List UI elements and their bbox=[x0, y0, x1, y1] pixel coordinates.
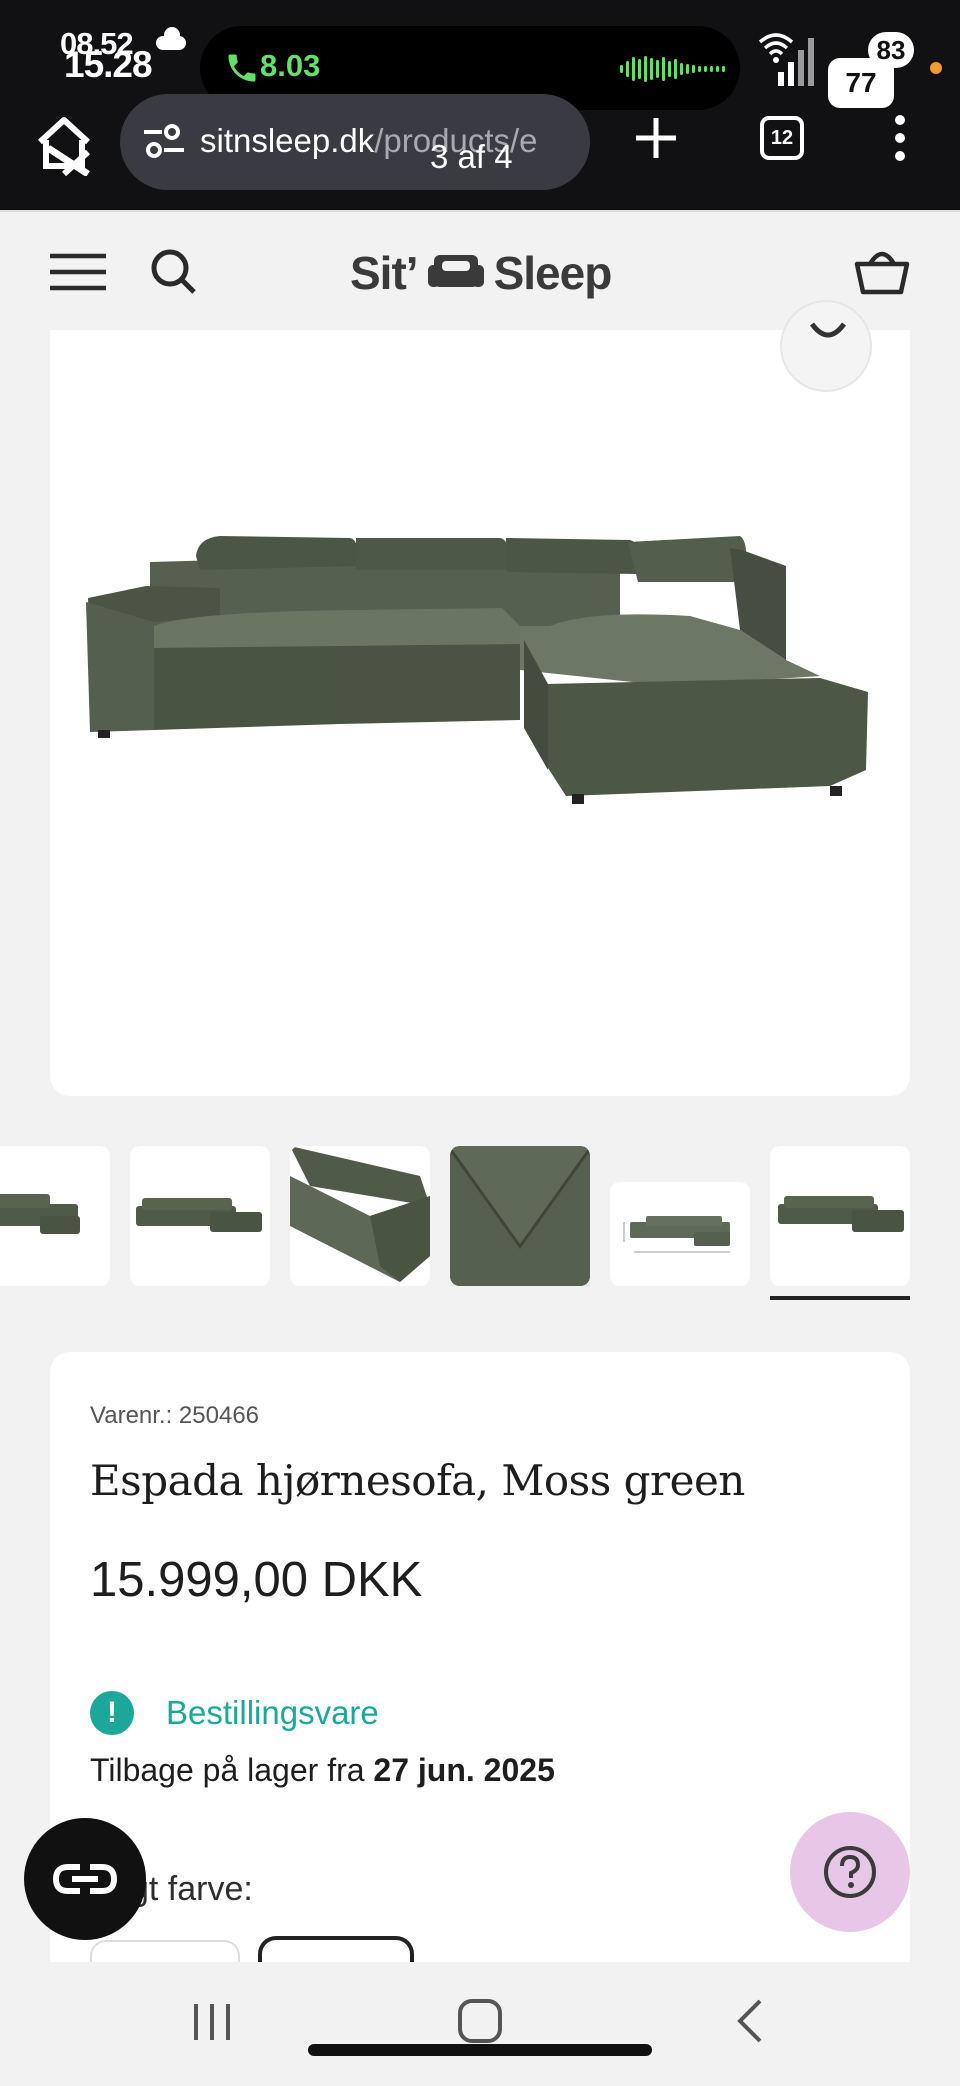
thumbnail-4[interactable] bbox=[450, 1146, 590, 1286]
call-waveform-icon bbox=[620, 56, 725, 82]
system-navigation-bar bbox=[0, 1962, 960, 2086]
status-and-browser-bar: 08.52 15.28 8.03 77 83 sitnsleep.dk/prod… bbox=[0, 0, 960, 210]
availability-label: Bestillingsvare bbox=[166, 1694, 379, 1731]
site-logo[interactable]: Sit’ Sleep bbox=[350, 246, 613, 300]
system-status-icons: 77 83 bbox=[756, 28, 956, 108]
tabs-count-icon[interactable]: 12 bbox=[760, 116, 804, 160]
basket-icon[interactable] bbox=[854, 246, 910, 296]
signal-icon bbox=[778, 38, 814, 86]
image-page-counter: 3 af 4 bbox=[430, 138, 513, 175]
thumbnail-image bbox=[136, 1198, 262, 1232]
product-image-card[interactable] bbox=[50, 300, 910, 1096]
sofa-logo-icon bbox=[427, 255, 484, 287]
status-time: 15.28 bbox=[64, 44, 153, 85]
restock-info: Tilbage på lager fra 27 jun. 2025 bbox=[90, 1752, 555, 1789]
reader-mode-icon bbox=[52, 1864, 118, 1894]
screen: 08.52 15.28 8.03 77 83 sitnsleep.dk/prod… bbox=[0, 0, 960, 2086]
back-nav-icon[interactable] bbox=[734, 1998, 764, 2044]
thumbnail-1[interactable] bbox=[0, 1146, 110, 1286]
home-nav-icon[interactable] bbox=[457, 1998, 503, 2044]
logo-text-left: Sit’ bbox=[350, 247, 419, 299]
url-text[interactable]: sitnsleep.dk/products/e bbox=[200, 122, 572, 160]
help-button[interactable] bbox=[790, 1812, 910, 1932]
thumbnail-3[interactable] bbox=[290, 1146, 430, 1286]
restock-prefix: Tilbage på lager fra bbox=[90, 1752, 374, 1788]
restock-date: 27 jun. 2025 bbox=[373, 1752, 555, 1788]
battery-overlay: 83 bbox=[868, 32, 914, 68]
thumbnail-image bbox=[623, 1216, 730, 1253]
thumbnail-2[interactable] bbox=[130, 1146, 270, 1286]
availability-row: ! Bestillingsvare bbox=[90, 1688, 379, 1738]
zoom-button[interactable] bbox=[780, 300, 872, 392]
notification-dot bbox=[930, 62, 942, 74]
search-icon[interactable] bbox=[150, 248, 198, 296]
thumbnail-image bbox=[0, 1194, 80, 1234]
site-settings-icon[interactable] bbox=[142, 122, 186, 162]
menu-hamburger-icon[interactable] bbox=[50, 252, 106, 292]
url-bar[interactable]: sitnsleep.dk/products/e bbox=[120, 94, 590, 190]
zoom-icon bbox=[809, 322, 847, 338]
home-indicator-bar[interactable] bbox=[308, 2044, 652, 2056]
weather-cloud-icon bbox=[156, 27, 186, 50]
thumbnail-image bbox=[450, 1146, 590, 1286]
product-photo-sofa bbox=[86, 536, 868, 804]
thumbnail-6-selected[interactable] bbox=[770, 1146, 910, 1286]
thumbnail-strip bbox=[0, 1146, 960, 1300]
thumbnail-image bbox=[290, 1146, 430, 1282]
home-off-icon[interactable] bbox=[34, 112, 94, 176]
url-domain: sitnsleep.dk bbox=[200, 122, 375, 159]
product-sku: Varenr.: 250466 bbox=[90, 1402, 260, 1429]
logo-text-right: Sleep bbox=[493, 247, 613, 299]
thumbnail-image bbox=[778, 1196, 904, 1232]
color-selection-label: gt farve: bbox=[130, 1870, 253, 1908]
product-title: Espada hjørnesofa, Moss green bbox=[90, 1456, 745, 1505]
product-info-card: Varenr.: 250466 Espada hjørnesofa, Moss … bbox=[50, 1352, 910, 1980]
thumbnail-5[interactable] bbox=[610, 1182, 750, 1286]
phone-call-icon bbox=[228, 54, 256, 82]
call-duration: 8.03 bbox=[260, 48, 321, 83]
info-exclamation-icon: ! bbox=[90, 1691, 134, 1735]
more-options-icon[interactable] bbox=[890, 114, 910, 164]
help-question-icon bbox=[824, 1846, 876, 1898]
reader-mode-button[interactable] bbox=[24, 1818, 146, 1940]
recents-nav-icon[interactable] bbox=[190, 2002, 234, 2042]
product-price: 15.999,00 DKK bbox=[90, 1553, 423, 1607]
new-tab-plus-icon[interactable] bbox=[632, 114, 680, 162]
selected-thumbnail-indicator bbox=[770, 1296, 910, 1300]
